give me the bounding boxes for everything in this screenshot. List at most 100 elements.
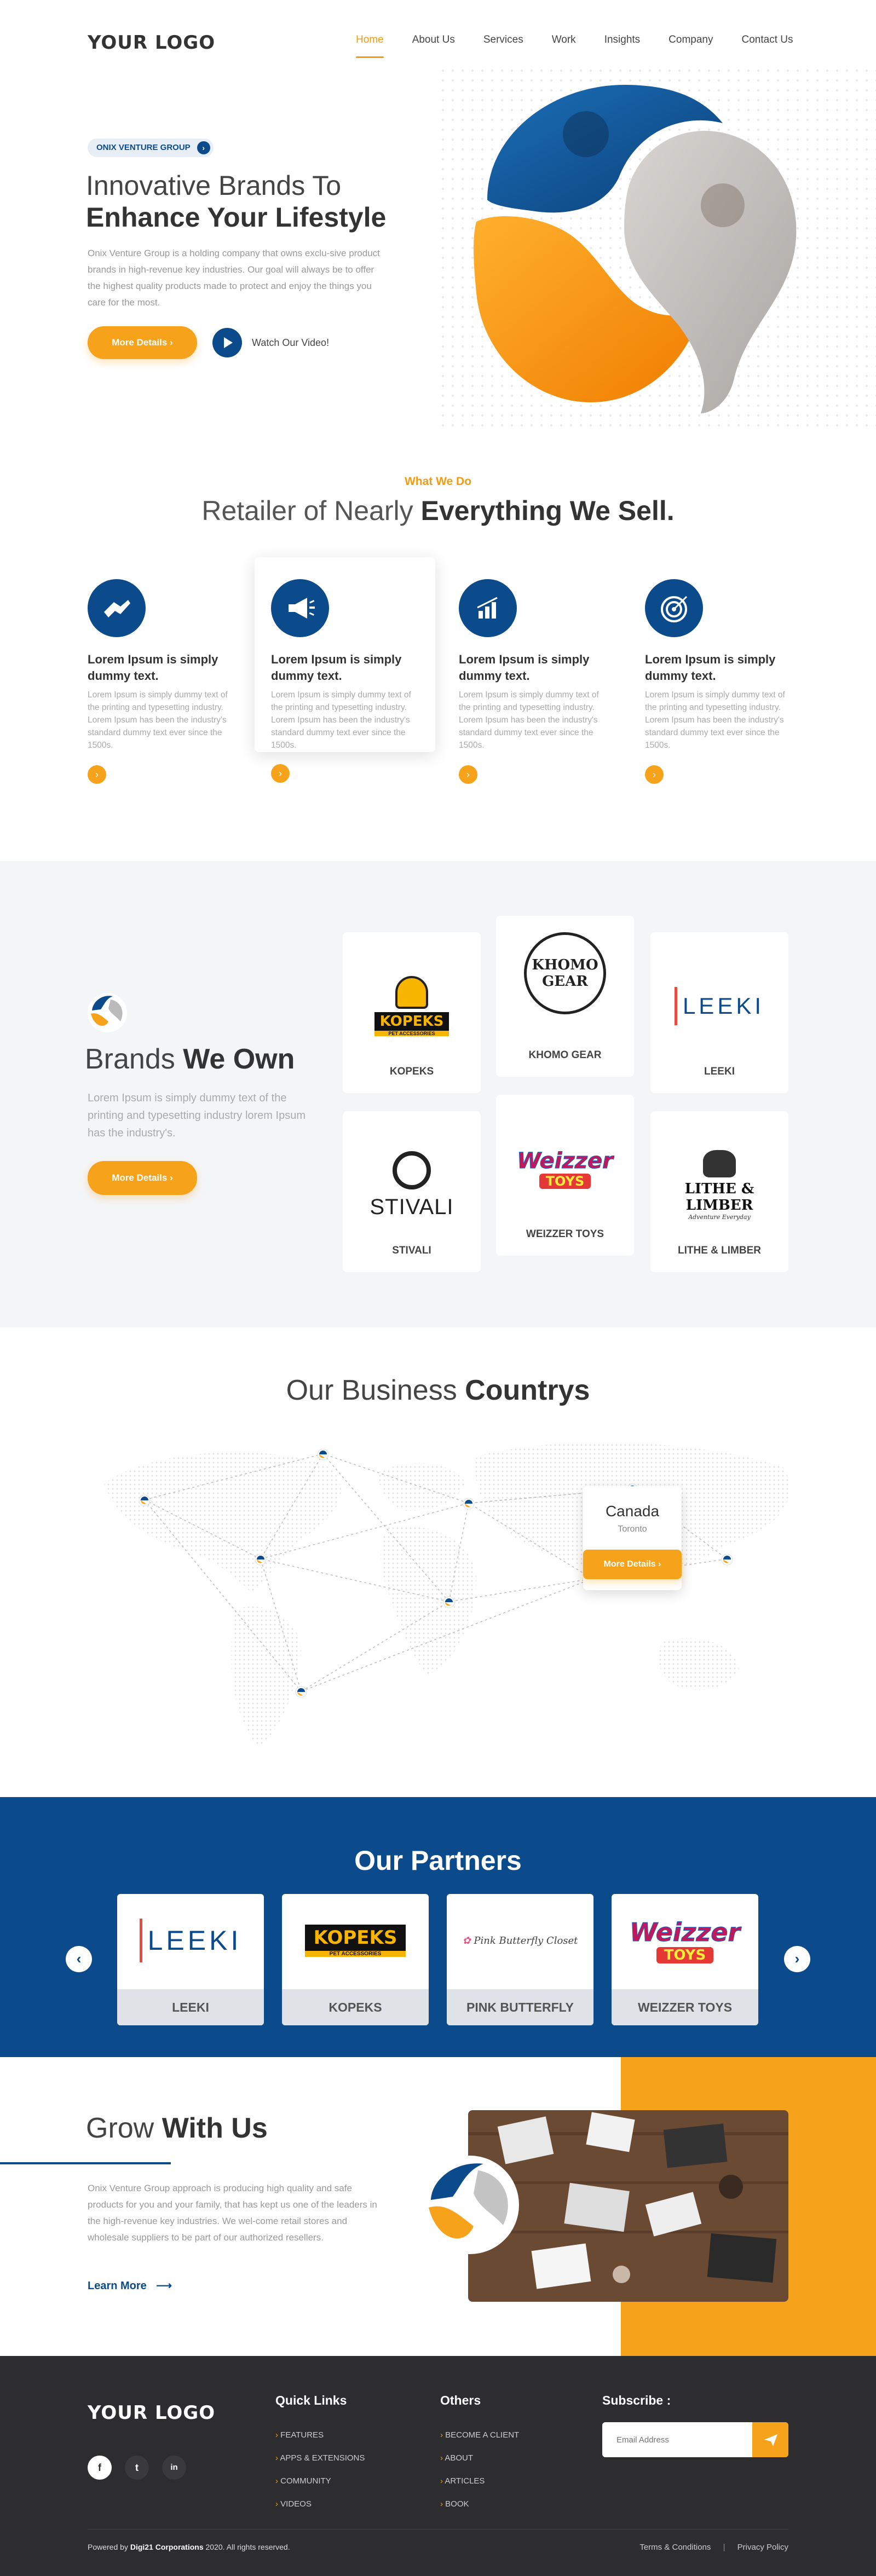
popup-button-label: More Details (603, 1560, 656, 1569)
leeki-logo: LEEKI (650, 965, 788, 1047)
quick-links-title: Quick Links (275, 2393, 347, 2407)
play-video-icon[interactable] (212, 328, 242, 357)
hero-swirl-graphic (474, 85, 797, 413)
copyright-suffix: 2020. All rights reserved. (205, 2543, 290, 2551)
title-light: Our Business (286, 1374, 457, 1406)
hero-badge[interactable]: ONIX VENTURE GROUP › (88, 138, 214, 157)
carousel-next-icon[interactable]: › (784, 1946, 810, 1972)
country-popup: Canada Toronto More Details › (583, 1486, 682, 1590)
watch-video-link[interactable]: Watch Our Video! (252, 337, 329, 349)
countries-title: Our Business Countrys (0, 1374, 876, 1407)
nav-home[interactable]: Home (356, 34, 384, 58)
footer-logo[interactable]: YOUR LOGO (88, 2402, 215, 2424)
hero-button-label: More Details (112, 337, 168, 348)
quick-links-list: FEATURES APPS & EXTENSIONS COMMUNITY VID… (275, 2424, 365, 2516)
service-card[interactable]: Lorem Ipsum is simply dummy text. Lorem … (71, 557, 252, 784)
kopeks-logo: KOPEKS PET ACCESSORIES (343, 965, 481, 1047)
send-button[interactable] (752, 2422, 788, 2457)
service-card-title: Lorem Ipsum is simply dummy text. (88, 652, 218, 683)
service-card-title: Lorem Ipsum is simply dummy text. (459, 652, 590, 683)
footer-link[interactable]: FEATURES (275, 2424, 365, 2447)
khomo-logo-text: KHOMO (532, 957, 598, 973)
footer-link[interactable]: ABOUT (440, 2447, 519, 2470)
nav-contact-us[interactable]: Contact Us (742, 34, 793, 46)
footer-link[interactable]: ARTICLES (440, 2470, 519, 2493)
partner-name: LEEKI (117, 1989, 264, 2025)
partner-card-leeki[interactable]: LEEKI LEEKI (117, 1894, 264, 2025)
service-card-text: Lorem Ipsum is simply dummy text of the … (459, 690, 599, 750)
handshake-icon (88, 579, 146, 637)
learn-more-link[interactable]: Learn More ⟶ (88, 2279, 172, 2292)
weizzer-logo-sub: TOYS (539, 1174, 591, 1189)
card-arrow-icon[interactable]: › (645, 765, 664, 784)
world-map (104, 1442, 790, 1746)
linkedin-icon[interactable]: in (162, 2456, 186, 2480)
brands-more-details-button[interactable]: More Details › (88, 1161, 197, 1195)
map-pin-icon[interactable] (295, 1686, 307, 1698)
carousel-prev-icon[interactable]: ‹ (66, 1946, 92, 1972)
brand-card-leeki[interactable]: LEEKI LEEKI (650, 932, 788, 1093)
megaphone-icon (271, 579, 329, 637)
brand-card-khomo-gear[interactable]: KHOMO GEAR KHOMO GEAR (496, 916, 634, 1077)
others-title: Others (440, 2393, 481, 2407)
privacy-link[interactable]: Privacy Policy (737, 2543, 788, 2552)
nav-services[interactable]: Services (483, 34, 523, 46)
map-pin-icon[interactable] (443, 1596, 455, 1608)
footer-link[interactable]: BECOME A CLIENT (440, 2424, 519, 2447)
legal-links: Terms & Conditions | Privacy Policy (639, 2543, 788, 2552)
nav-about-us[interactable]: About Us (412, 34, 455, 46)
service-card[interactable]: Lorem Ipsum is simply dummy text. Lorem … (629, 557, 809, 784)
service-card-title: Lorem Ipsum is simply dummy text. (645, 652, 776, 683)
hero-title-line2: Enhance Your Lifestyle (86, 202, 387, 233)
kopeks-logo-text: KOPEKS (374, 1012, 449, 1031)
chevron-right-icon: › (197, 141, 210, 154)
partners-title: Our Partners (354, 1845, 522, 1876)
facebook-icon[interactable]: f (88, 2456, 112, 2480)
map-pin-icon[interactable] (139, 1494, 151, 1506)
footer-link[interactable]: APPS & EXTENSIONS (275, 2447, 365, 2470)
nav-work[interactable]: Work (552, 34, 576, 46)
footer-link[interactable]: BOOK (440, 2493, 519, 2516)
hero-title-line1: Innovative Brands To (86, 170, 342, 201)
khomo-gear-logo: KHOMO GEAR (496, 932, 634, 1014)
brand-card-lithe-limber[interactable]: LITHE & LIMBER Adventure Everyday LITHE … (650, 1111, 788, 1272)
nav-insights[interactable]: Insights (604, 34, 640, 46)
pink-butterfly-logo: ✿ Pink Butterfly Closet (462, 1934, 578, 1947)
service-card[interactable]: Lorem Ipsum is simply dummy text. Lorem … (255, 557, 435, 783)
hero-more-details-button[interactable]: More Details › (88, 326, 197, 359)
map-pin-icon[interactable] (463, 1498, 475, 1510)
kopeks-logo-sub: PET ACCESSORIES (374, 1031, 449, 1036)
map-pin-icon[interactable] (317, 1448, 329, 1460)
partner-logo-text: Pink Butterfly Closet (474, 1934, 578, 1947)
service-card-text: Lorem Ipsum is simply dummy text of the … (645, 690, 785, 750)
card-arrow-icon[interactable]: › (271, 764, 290, 783)
brand-card-stivali[interactable]: STIVALI STIVALI (343, 1111, 481, 1272)
service-card[interactable]: Lorem Ipsum is simply dummy text. Lorem … (442, 557, 623, 784)
terms-link[interactable]: Terms & Conditions (639, 2543, 711, 2552)
card-arrow-icon[interactable]: › (459, 765, 477, 784)
footer-link[interactable]: COMMUNITY (275, 2470, 365, 2493)
title-light: Brands (85, 1043, 175, 1075)
map-pin-icon[interactable] (255, 1553, 267, 1566)
partner-card-weizzer-toys[interactable]: Weizzer TOYS WEIZZER TOYS (612, 1894, 758, 2025)
nav-company[interactable]: Company (668, 34, 713, 46)
twitter-icon[interactable]: t (125, 2456, 149, 2480)
partner-name: KOPEKS (282, 1989, 429, 2025)
email-field[interactable] (602, 2422, 753, 2457)
footer-link[interactable]: VIDEOS (275, 2493, 365, 2516)
brand-card-kopeks[interactable]: KOPEKS PET ACCESSORIES KOPEKS (343, 932, 481, 1093)
brand-card-weizzer-toys[interactable]: Weizzer TOYS WEIZZER TOYS (496, 1095, 634, 1256)
partner-card-pink-butterfly[interactable]: ✿ Pink Butterfly Closet PINK BUTTERFLY (447, 1894, 593, 2025)
site-logo[interactable]: YOUR LOGO (88, 32, 215, 54)
card-arrow-icon[interactable]: › (88, 765, 106, 784)
arrow-right-icon: ⟶ (156, 2280, 172, 2292)
brand-name: STIVALI (392, 1245, 431, 1256)
hero-paragraph: Onix Venture Group is a holding company … (88, 248, 380, 308)
partner-logo-text: LEEKI (147, 1925, 242, 1956)
partner-logo-sub: TOYS (656, 1947, 714, 1963)
popup-more-details-button[interactable]: More Details › (583, 1550, 682, 1579)
map-pin-icon[interactable] (721, 1553, 733, 1566)
partner-card-kopeks[interactable]: KOPEKS PET ACCESSORIES KOPEKS (282, 1894, 429, 2025)
what-we-do-title: Retailer of Nearly Everything We Sell. (0, 495, 876, 527)
target-icon (645, 579, 703, 637)
